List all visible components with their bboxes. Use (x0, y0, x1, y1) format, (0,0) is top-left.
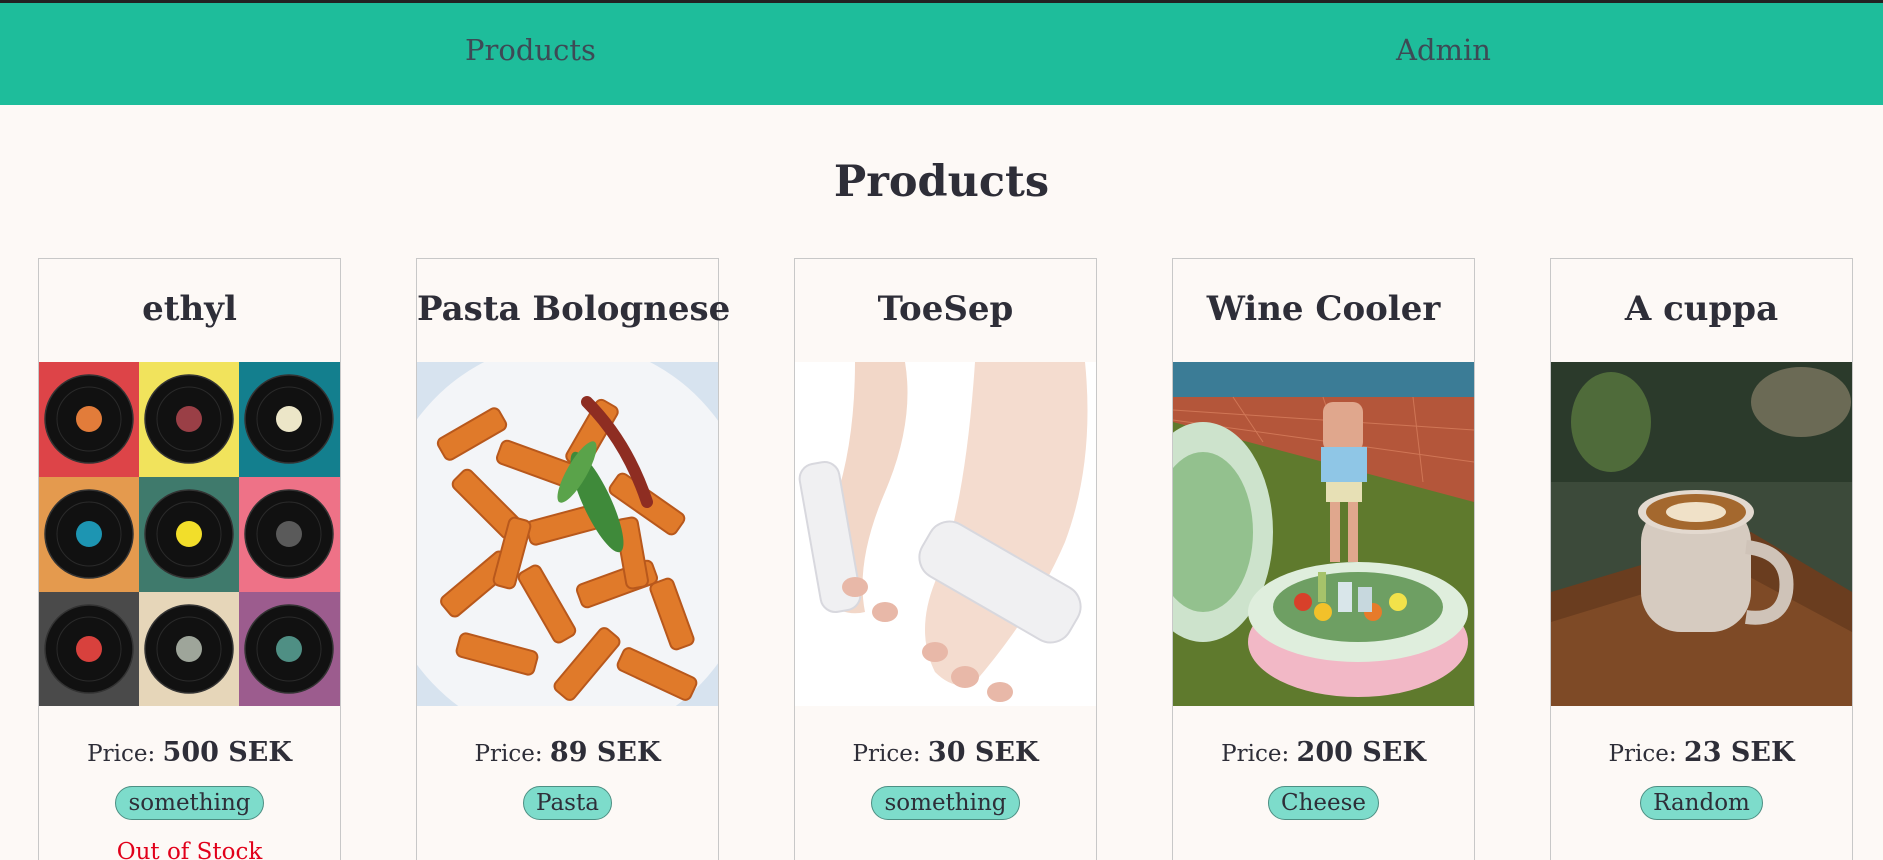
price-value: 200 SEK (1296, 737, 1426, 768)
price-value: 500 SEK (162, 737, 292, 768)
product-card-pasta-bolognese[interactable]: Pasta Bolognese Price: 89 SEK Pasta (416, 258, 731, 860)
top-nav-bar: Products Admin (0, 0, 1883, 105)
category-tag[interactable]: Random (1640, 786, 1763, 820)
out-of-stock-label: Out of Stock (116, 839, 263, 860)
category-tag[interactable]: Pasta (523, 786, 612, 820)
product-name: ethyl (142, 289, 237, 329)
product-card-toesep[interactable]: ToeSep Price: 30 SEK something (794, 258, 1097, 860)
product-name: Pasta Bolognese (417, 289, 731, 329)
product-card-ethyl[interactable]: ethyl Price: 500 SEK something Out of St… (38, 258, 341, 860)
price-label: Price: (1608, 741, 1677, 767)
category-tag[interactable]: something (115, 786, 264, 820)
price-label: Price: (852, 741, 921, 767)
product-name: Wine Cooler (1206, 289, 1441, 329)
product-image-coffee-cup (1551, 362, 1852, 706)
price-label: Price: (1221, 741, 1290, 767)
product-image-toe-separator (795, 362, 1096, 706)
product-price: Price: 23 SEK (1551, 737, 1852, 768)
product-name: ToeSep (877, 289, 1014, 329)
price-label: Price: (87, 741, 156, 767)
category-tag[interactable]: something (871, 786, 1020, 820)
category-tag[interactable]: Cheese (1267, 786, 1380, 820)
price-value: 89 SEK (549, 737, 661, 768)
price-label: Price: (474, 741, 543, 767)
product-image-inflatable-pool (1173, 362, 1474, 706)
price-value: 23 SEK (1683, 737, 1795, 768)
nav-link-admin[interactable]: Admin (1396, 33, 1491, 67)
product-card-a-cuppa[interactable]: A cuppa Price: 23 SEK Random (1550, 258, 1853, 860)
product-image-vinyl-records (39, 362, 340, 706)
price-value: 30 SEK (927, 737, 1039, 768)
product-name: A cuppa (1624, 289, 1779, 329)
nav-link-products[interactable]: Products (465, 33, 596, 67)
product-card-wine-cooler[interactable]: Wine Cooler Price: 200 SEK Cheese (1172, 258, 1475, 860)
product-price: Price: 89 SEK (417, 737, 718, 768)
page-title: Products (833, 157, 1050, 207)
product-price: Price: 30 SEK (795, 737, 1096, 768)
product-image-pasta (417, 362, 718, 706)
product-price: Price: 500 SEK (39, 737, 340, 768)
product-price: Price: 200 SEK (1173, 737, 1474, 768)
